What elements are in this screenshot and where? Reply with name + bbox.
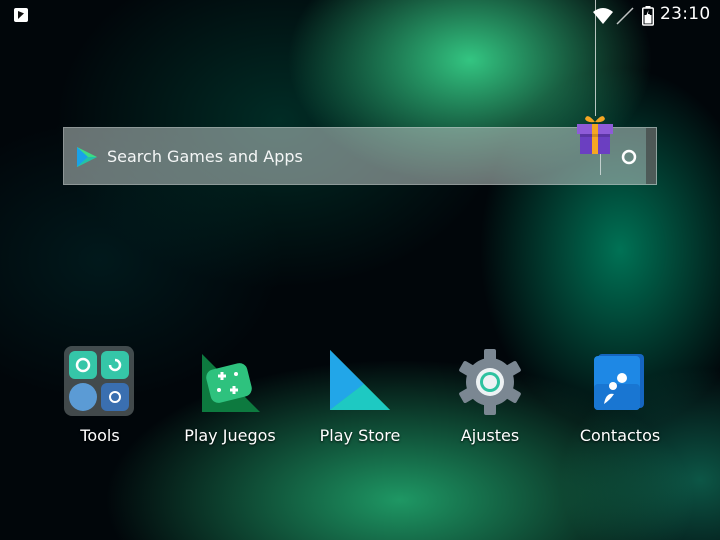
app-play-store[interactable]: Play Store <box>295 340 425 445</box>
tools-folder-icon <box>64 346 136 418</box>
gift-string <box>595 0 596 116</box>
search-placeholder[interactable]: Search Games and Apps <box>107 147 303 166</box>
mic-icon[interactable] <box>620 148 638 166</box>
gift-icon[interactable] <box>573 112 617 156</box>
settings-gear-icon <box>454 346 526 418</box>
play-store-icon <box>324 346 396 418</box>
app-ajustes[interactable]: Ajustes <box>425 340 555 445</box>
app-contactos[interactable]: Contactos <box>555 340 685 445</box>
play-logo-icon <box>77 147 97 167</box>
contacts-icon <box>584 346 656 418</box>
app-row: Tools Play Juegos Play Store Ajustes Con… <box>0 340 720 460</box>
app-label: Contactos <box>579 426 661 445</box>
app-tools[interactable]: Tools <box>35 340 165 445</box>
no-signal-icon <box>616 7 634 25</box>
play-games-icon <box>194 346 266 418</box>
search-bar[interactable]: Search Games and Apps <box>63 127 657 185</box>
app-label: Play Store <box>319 426 401 445</box>
app-label: Play Juegos <box>184 426 276 445</box>
app-label: Ajustes <box>460 426 520 445</box>
search-bar-edge <box>646 128 656 184</box>
clock: 23:10 <box>660 4 711 24</box>
status-bar: 23:10 <box>0 0 720 30</box>
app-label: Tools <box>80 426 120 445</box>
notification-icon <box>14 8 28 22</box>
battery-charging-icon <box>642 6 654 26</box>
app-play-juegos[interactable]: Play Juegos <box>165 340 295 445</box>
